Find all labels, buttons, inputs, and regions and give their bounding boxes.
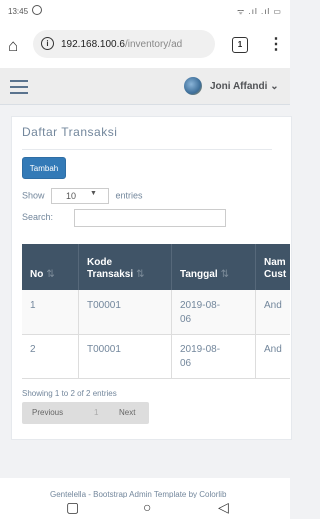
panel-divider xyxy=(22,149,272,150)
header-tanggal[interactable]: Tanggal ⇅ xyxy=(172,244,256,290)
footer: Gentelella - Bootstrap Admin Template by… xyxy=(0,478,290,499)
search-control: Search: xyxy=(22,209,226,227)
avatar[interactable] xyxy=(184,77,202,95)
cell-tanggal: 2019-08- 06 xyxy=(172,290,256,334)
entries-length-control: Show 10 ▼ entries xyxy=(22,188,143,204)
user-menu[interactable]: Joni Affandi ⌄ xyxy=(210,81,279,92)
whatsapp-icon xyxy=(32,5,42,15)
recents-icon[interactable]: ▢ xyxy=(66,499,79,516)
table-info: Showing 1 to 2 of 2 entries xyxy=(22,389,117,398)
pagination: Previous 1 Next xyxy=(22,402,149,424)
table-row: 2 T00001 2019-08- 06 And xyxy=(22,334,290,379)
cell-no: 1 xyxy=(22,290,79,334)
cell-kode: T00001 xyxy=(79,334,172,378)
table-row: 1 T00001 2019-08- 06 And xyxy=(22,290,290,335)
page-1-button[interactable]: 1 xyxy=(94,408,98,417)
search-label: Search: xyxy=(22,212,54,222)
clock: 13:45 xyxy=(8,7,29,16)
panel-title: Daftar Transaksi xyxy=(22,125,118,139)
hamburger-menu-icon[interactable] xyxy=(10,80,28,98)
header-kode-transaksi[interactable]: Kode Transaksi ⇅ xyxy=(79,244,172,290)
search-input[interactable] xyxy=(74,209,226,227)
top-navbar: Joni Affandi ⌄ xyxy=(0,68,290,105)
tambah-button[interactable]: Tambah xyxy=(22,157,66,179)
cell-customer: And xyxy=(264,300,282,311)
android-nav-bar: ▢ ○ ◁ xyxy=(0,498,290,519)
entries-select[interactable]: 10 ▼ xyxy=(51,188,110,204)
table-header: No ⇅ Kode Transaksi ⇅ Tanggal ⇅ Nam Cust xyxy=(22,244,290,290)
next-button[interactable]: Next xyxy=(119,408,135,417)
show-label: Show xyxy=(22,190,45,201)
kebab-menu-icon[interactable]: ⋮ xyxy=(268,34,284,54)
browser-address-bar: ⌂ i 192.168.100.6/inventory/ad 1 ⋮ xyxy=(0,22,290,68)
previous-button[interactable]: Previous xyxy=(32,408,63,417)
info-icon[interactable]: i xyxy=(41,37,54,50)
header-no[interactable]: No ⇅ xyxy=(22,244,79,290)
back-icon[interactable]: ◁ xyxy=(218,499,229,516)
status-bar: 13:45 ᯤ .ıl .ıl ▭ xyxy=(0,0,290,22)
cell-tanggal: 2019-08- 06 xyxy=(172,334,256,378)
cell-kode: T00001 xyxy=(79,290,172,334)
signal-battery-icons: ᯤ .ıl .ıl ▭ xyxy=(237,7,282,16)
home-nav-icon[interactable]: ○ xyxy=(143,499,151,515)
url-field[interactable]: i 192.168.100.6/inventory/ad xyxy=(33,30,215,58)
home-icon[interactable]: ⌂ xyxy=(8,36,18,56)
cell-no: 2 xyxy=(22,334,79,378)
header-nama-customer[interactable]: Nam Cust xyxy=(256,244,290,290)
tab-switcher-button[interactable]: 1 xyxy=(232,37,248,53)
url-text: 192.168.100.6/inventory/ad xyxy=(61,39,183,50)
cell-customer: And xyxy=(264,344,282,355)
entries-label: entries xyxy=(115,190,143,201)
